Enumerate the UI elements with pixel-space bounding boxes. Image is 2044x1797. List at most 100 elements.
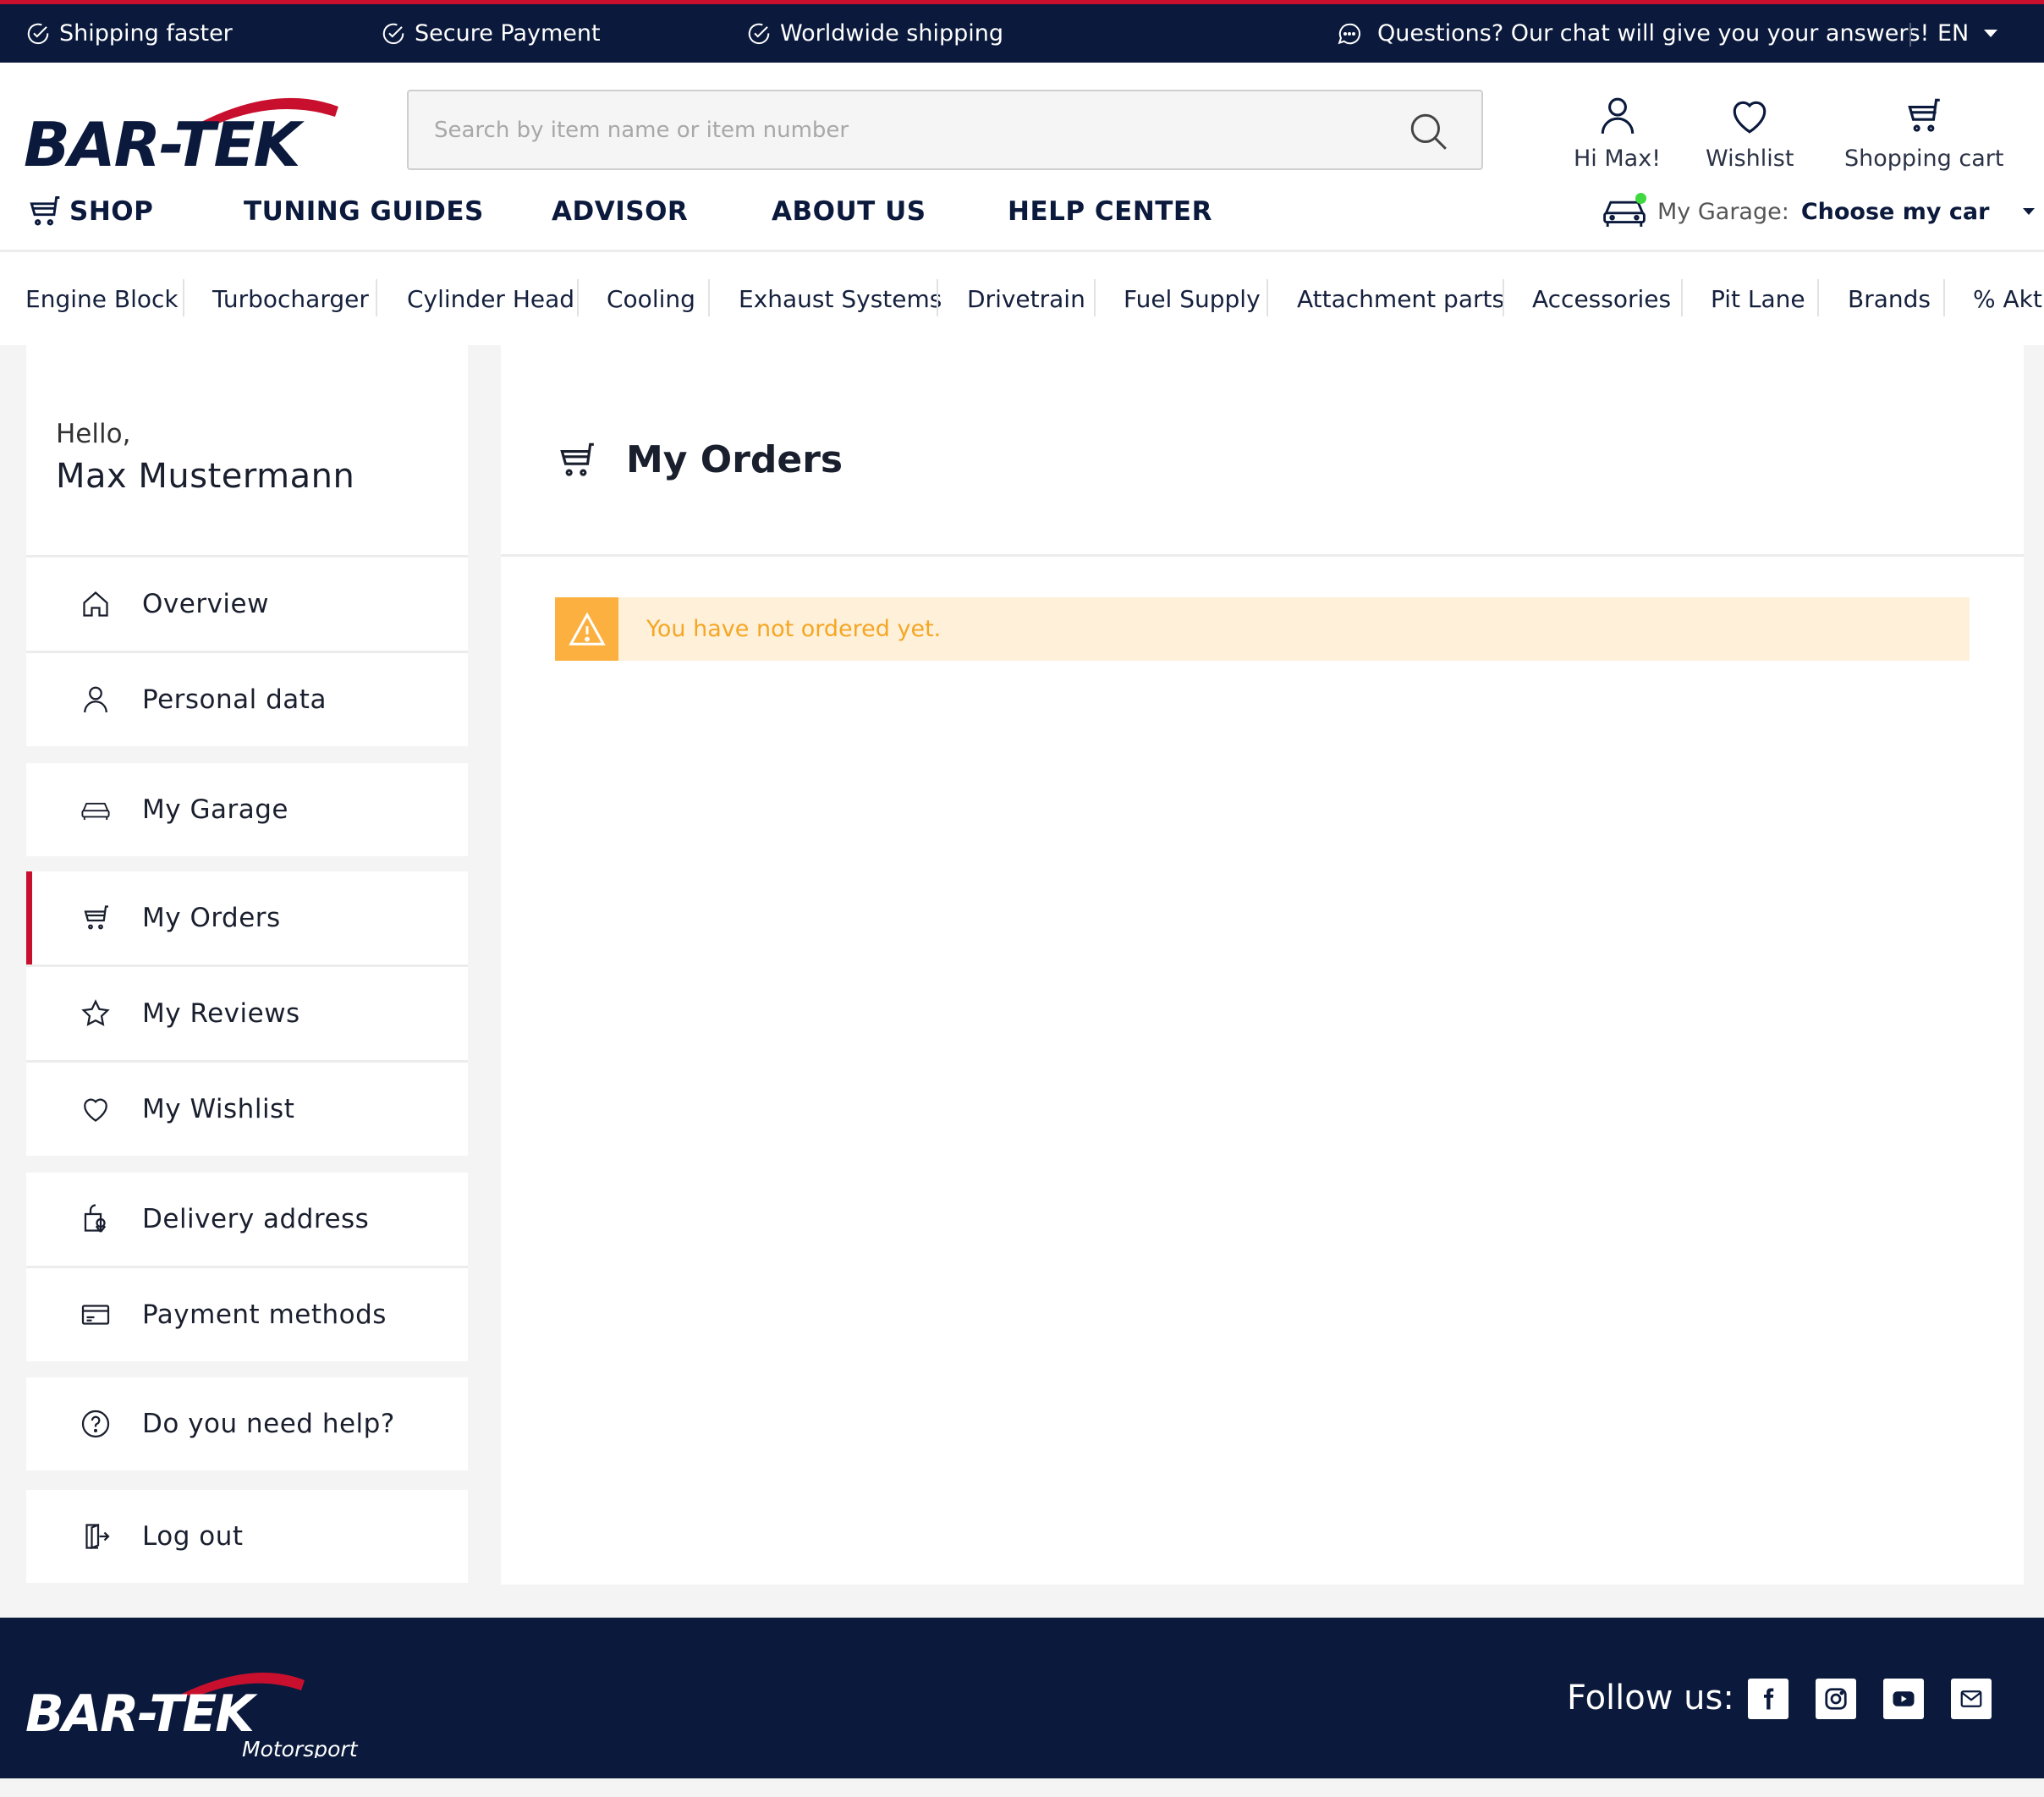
category-divider <box>1817 279 1819 316</box>
home-icon <box>83 591 108 617</box>
greeting-panel <box>26 345 468 557</box>
category-divider <box>1681 279 1683 316</box>
category-divider <box>1267 279 1268 316</box>
cart-icon <box>30 196 60 226</box>
cart-icon <box>84 905 108 930</box>
category-engine-block[interactable]: Engine Block <box>25 252 179 345</box>
title-divider <box>501 554 2024 557</box>
facebook-icon <box>1764 1688 1774 1710</box>
category-divider <box>183 279 184 316</box>
search-icon[interactable] <box>1407 110 1449 152</box>
category-cooling[interactable]: Cooling <box>607 252 695 345</box>
nav-about-us[interactable]: ABOUT US <box>772 188 926 235</box>
sidebar-item-my-wishlist[interactable]: My Wishlist <box>26 1063 468 1156</box>
chevron-down-icon <box>2023 208 2036 215</box>
topbar-separator <box>1909 23 1911 47</box>
category-divider <box>376 279 377 316</box>
usp-shipping-faster: Shipping faster <box>25 4 233 63</box>
user-name: Max Mustermann <box>56 457 355 496</box>
user-icon <box>1601 97 1634 134</box>
usp-secure-payment: Secure Payment <box>381 4 601 63</box>
car-icon <box>81 802 110 820</box>
bartek-logo[interactable]: BAR-TEK <box>24 88 345 181</box>
category-aktionen[interactable]: % Akti <box>1973 252 2044 345</box>
chat-link[interactable]: Questions? Our chat will give you your a… <box>1337 4 1929 63</box>
category-turbocharger[interactable]: Turbocharger <box>212 252 369 345</box>
site-footer: BAR-TEK Motorsport Follow us: <box>0 1618 2044 1778</box>
category-divider <box>708 279 710 316</box>
usp-worldwide-shipping: Worldwide shipping <box>746 4 1003 63</box>
sidebar-item-personal-data[interactable]: Personal data <box>26 653 468 746</box>
page-title: My Orders <box>555 438 843 481</box>
sidebar-item-overview[interactable]: Overview <box>26 558 468 651</box>
nav-help-center[interactable]: HELP CENTER <box>1008 188 1212 235</box>
sidebar-item-my-orders[interactable]: My Orders <box>26 871 468 964</box>
chat-bubble-icon <box>1338 23 1361 44</box>
nav-shop[interactable]: SHOP <box>25 188 153 235</box>
sidebar-item-payment-methods[interactable]: Payment methods <box>26 1268 468 1361</box>
category-drivetrain[interactable]: Drivetrain <box>967 252 1085 345</box>
instagram-link[interactable] <box>1816 1679 1856 1719</box>
sidebar-item-my-reviews[interactable]: My Reviews <box>26 967 468 1060</box>
sidebar-item-log-out[interactable]: Log out <box>26 1490 468 1583</box>
search-bar[interactable] <box>407 90 1483 170</box>
location-icon <box>84 1204 107 1233</box>
no-orders-alert: You have not ordered yet. <box>555 597 1970 661</box>
svg-text:BAR-TEK: BAR-TEK <box>25 1684 258 1744</box>
category-pit-lane[interactable]: Pit Lane <box>1711 252 1805 345</box>
account-button[interactable]: Hi Max! <box>1574 95 1661 172</box>
footer-logo[interactable]: BAR-TEK Motorsport <box>25 1665 381 1758</box>
cart-icon <box>1908 98 1940 132</box>
sidebar-item-help[interactable]: Do you need help? <box>26 1377 468 1470</box>
category-divider <box>1094 279 1096 316</box>
category-divider <box>1943 279 1945 316</box>
search-input[interactable] <box>434 91 1365 168</box>
facebook-link[interactable] <box>1748 1679 1788 1719</box>
category-divider <box>937 279 938 316</box>
heart-icon <box>84 1098 107 1122</box>
youtube-icon <box>1893 1691 1915 1706</box>
check-circle-icon <box>27 23 49 44</box>
svg-text:BAR-TEK: BAR-TEK <box>24 109 305 180</box>
caret-down-icon <box>1984 30 1998 37</box>
card-icon <box>81 1305 110 1325</box>
category-fuel-supply[interactable]: Fuel Supply <box>1124 252 1261 345</box>
alert-icon-box <box>555 597 618 661</box>
cart-icon <box>560 442 594 476</box>
category-exhaust-systems[interactable]: Exhaust Systems <box>739 252 942 345</box>
email-link[interactable] <box>1951 1679 1992 1719</box>
logout-icon <box>85 1523 110 1550</box>
garage-selector[interactable]: My Garage: Choose my car <box>1602 186 2036 237</box>
greeting-text: Hello, <box>56 419 131 449</box>
user-icon <box>84 686 107 713</box>
sidebar-item-delivery-address[interactable]: Delivery address <box>26 1173 468 1266</box>
garage-status-dot <box>1635 193 1646 204</box>
nav-tuning-guides[interactable]: TUNING GUIDES <box>244 188 484 235</box>
help-icon <box>81 1410 110 1438</box>
shopping-cart-button[interactable]: Shopping cart <box>1844 95 2003 172</box>
wishlist-button[interactable]: Wishlist <box>1706 95 1794 172</box>
check-circle-icon <box>382 23 404 44</box>
warning-icon <box>568 612 606 646</box>
category-cylinder-head[interactable]: Cylinder Head <box>407 252 574 345</box>
category-attachment-parts[interactable]: Attachment parts <box>1297 252 1504 345</box>
category-brands[interactable]: Brands <box>1848 252 1931 345</box>
sidebar-item-my-garage[interactable]: My Garage <box>26 763 468 856</box>
youtube-link[interactable] <box>1883 1679 1924 1719</box>
category-divider <box>1503 279 1504 316</box>
top-info-bar: Shipping faster Secure Payment Worldwide… <box>0 0 2044 63</box>
alert-message: You have not ordered yet. <box>646 616 942 642</box>
svg-text:Motorsport: Motorsport <box>242 1737 359 1758</box>
category-bar: Engine Block Turbocharger Cylinder Head … <box>0 252 2044 345</box>
check-circle-icon <box>748 23 770 44</box>
site-header: BAR-TEK Hi Max! Wishlist Shopping cart S… <box>0 63 2044 252</box>
heart-icon <box>1733 101 1767 134</box>
orders-content: My Orders You have not ordered yet. <box>501 345 2024 1585</box>
category-divider <box>577 279 579 316</box>
nav-advisor[interactable]: ADVISOR <box>552 188 688 235</box>
instagram-icon <box>1825 1688 1847 1710</box>
language-selector[interactable]: EN <box>1937 4 1998 63</box>
follow-us-label: Follow us: <box>1567 1679 1734 1717</box>
category-accessories[interactable]: Accessories <box>1532 252 1671 345</box>
star-icon <box>81 999 110 1026</box>
